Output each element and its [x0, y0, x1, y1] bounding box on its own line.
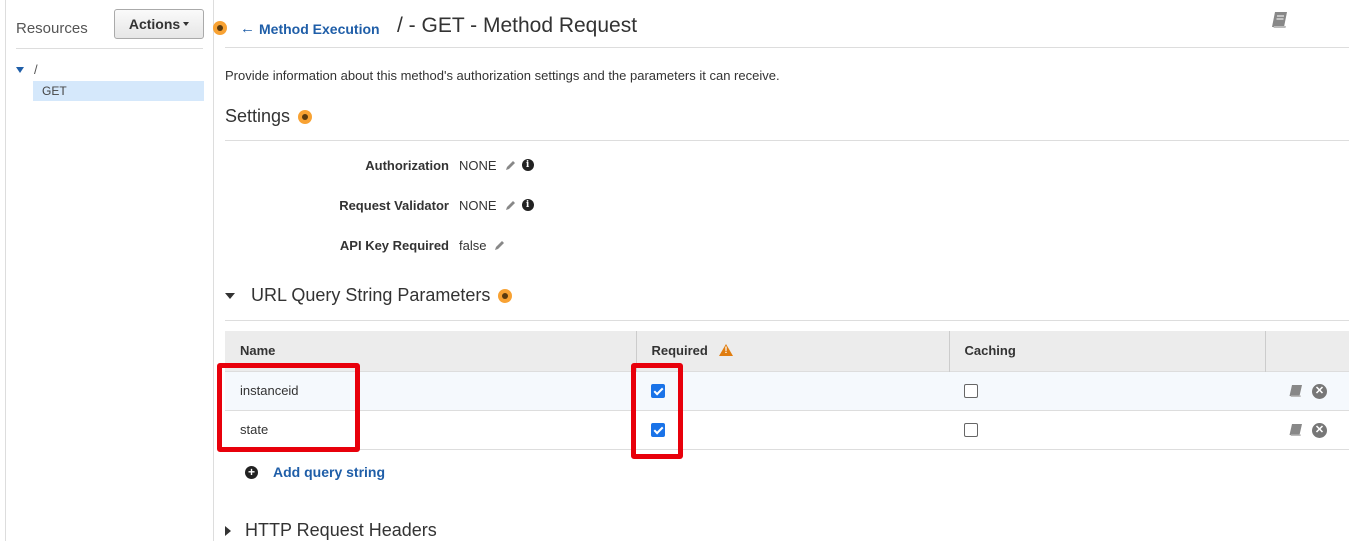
setting-label: API Key Required [339, 237, 449, 253]
highlight-name-column [217, 363, 360, 452]
row-actions: ✕ [1265, 370, 1349, 410]
book-icon[interactable] [1289, 384, 1304, 398]
column-header-actions [1265, 331, 1349, 371]
setting-request-validator: Request Validator NONE i [225, 195, 534, 215]
method-execution-link[interactable]: ← Method Execution [240, 20, 380, 37]
method-description: Provide information about this method's … [225, 68, 780, 83]
http-headers-toggle[interactable]: HTTP Request Headers [225, 520, 437, 541]
method-request-panel: ← Method Execution / - GET - Method Requ… [225, 0, 1349, 541]
query-params-toggle[interactable]: URL Query String Parameters [225, 285, 513, 306]
table-header-row: Name Required Caching [225, 331, 1349, 371]
plus-icon: + [245, 465, 258, 479]
tree-root-label: / [34, 62, 38, 77]
settings-heading: Settings [225, 106, 313, 127]
settings-divider [225, 140, 1349, 141]
caching-cell [949, 409, 1265, 450]
add-query-string-label: Add query string [273, 464, 386, 480]
query-params-divider [225, 320, 1349, 321]
highlight-required-column [631, 363, 683, 459]
close-icon[interactable]: ✕ [1312, 383, 1327, 399]
pencil-icon[interactable] [505, 199, 517, 211]
column-header-caching: Caching [949, 331, 1266, 371]
table-row: state ✕ [225, 409, 1349, 450]
info-icon[interactable]: i [521, 159, 534, 171]
warning-icon [719, 344, 734, 357]
close-icon[interactable]: ✕ [1312, 422, 1327, 438]
caret-right-icon [225, 525, 231, 536]
sidebar-divider [16, 48, 203, 49]
help-icon[interactable] [498, 288, 513, 303]
actions-button[interactable]: Actions [114, 9, 204, 39]
help-icon[interactable] [298, 109, 313, 124]
arrow-left-icon: ← [240, 20, 255, 37]
resources-title: Resources [16, 20, 88, 37]
caching-checkbox[interactable] [964, 423, 978, 438]
pencil-icon[interactable] [494, 239, 506, 251]
query-params-table: Name Required Caching instanceid ✕ [225, 331, 1349, 450]
page-title: / - GET - Method Request [397, 14, 638, 37]
caching-cell [949, 370, 1265, 410]
table-row: instanceid ✕ [225, 370, 1349, 410]
setting-label: Request Validator [339, 197, 449, 213]
tree-root-item[interactable]: / [16, 62, 38, 77]
caret-down-icon [183, 22, 190, 26]
caching-checkbox[interactable] [964, 384, 978, 399]
book-icon[interactable] [1289, 423, 1304, 437]
add-query-string-link[interactable]: + Add query string [245, 464, 385, 480]
book-icon[interactable] [1271, 11, 1290, 29]
setting-label: Authorization [365, 157, 449, 173]
pencil-icon[interactable] [505, 159, 517, 171]
back-link-label: Method Execution [259, 20, 380, 37]
setting-value: NONE [459, 197, 497, 213]
query-params-heading: URL Query String Parameters [251, 285, 491, 305]
http-headers-heading: HTTP Request Headers [245, 520, 437, 540]
settings-heading-label: Settings [225, 106, 291, 126]
setting-authorization: Authorization NONE i [225, 155, 534, 175]
tree-method-get[interactable]: GET [33, 81, 204, 101]
resources-sidebar: Resources Actions / GET [5, 0, 227, 541]
setting-value: false [459, 237, 487, 253]
caret-down-icon [225, 292, 235, 299]
actions-label: Actions [128, 16, 181, 32]
row-actions: ✕ [1265, 409, 1349, 450]
info-icon[interactable]: i [521, 199, 534, 211]
setting-api-key-required: API Key Required false [225, 235, 511, 255]
tree-expand-icon[interactable] [16, 66, 24, 73]
header-divider [225, 47, 1349, 48]
column-header-required-label: Required [651, 343, 708, 359]
setting-value: NONE [459, 157, 497, 173]
